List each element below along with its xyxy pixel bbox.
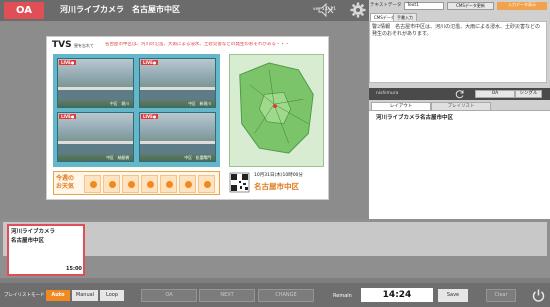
next-button[interactable]: NEXT <box>199 289 255 302</box>
sunny-icon <box>84 175 101 193</box>
live-badge: LIVE● <box>59 60 77 65</box>
camera-feed: LIVE● 中区 新堀川 <box>139 58 216 108</box>
text-data-label: テキストデータ <box>370 3 402 8</box>
manual-button[interactable]: Manual <box>72 290 98 301</box>
oa-control-button[interactable]: OA <box>141 289 197 302</box>
cms-update-button[interactable]: CMSデータ更新 <box>447 2 494 10</box>
speaker-mute-icon[interactable] <box>318 3 334 17</box>
tab-playlist[interactable]: プレイリスト <box>431 102 491 110</box>
refresh-icon[interactable] <box>455 89 465 99</box>
list-item[interactable]: 河川ライブカメラ名古屋市中区 <box>376 114 453 122</box>
tvs-logo: TVS <box>52 40 72 50</box>
weather-forecast: 今週の お天気 <box>53 171 220 195</box>
live-badge: LIVE● <box>141 114 159 119</box>
show-input-button[interactable]: 入力データ表示 <box>497 2 547 10</box>
qr-code-icon <box>229 171 250 195</box>
camera-feed: LIVE● 中区 堀川 <box>57 58 134 108</box>
gear-icon[interactable] <box>350 2 366 18</box>
clear-button[interactable]: Clear <box>486 289 516 302</box>
camera-grid: LIVE● 中区 堀川 LIVE● 中区 新堀川 LIVE● 中区 納屋橋 LI… <box>53 54 220 167</box>
card-title: 河川ライブカメラ <box>11 229 56 235</box>
datetime-label: 10月31日(木)10時00分 <box>254 173 303 178</box>
tab-manual-input[interactable]: 手書入力 <box>393 13 417 21</box>
preview-slide: TVS 昼を忘れて 名古屋市中区は、河川の氾濫、大雨による浸水、土砂災害などの発… <box>46 36 329 200</box>
camera-location: 中区 松重閘門 <box>184 155 211 160</box>
playlist-mode-label: プレイリストモード <box>4 293 45 298</box>
logo-subtitle: 昼を忘れて <box>74 43 94 48</box>
city-label: 名古屋市中区 <box>254 182 299 191</box>
camera-location: 中区 新堀川 <box>188 101 211 106</box>
power-icon[interactable] <box>531 288 546 303</box>
save-button[interactable]: Save <box>438 289 468 302</box>
change-button[interactable]: CHANGE <box>258 289 314 302</box>
area-map <box>229 54 324 167</box>
tab-layout[interactable]: レイアウト <box>371 102 431 110</box>
alert-ticker: 名古屋市中区は、河川の氾濫、大雨による浸水、土砂災害などの発生のおそれがある・・… <box>105 42 290 47</box>
live-badge: LIVE● <box>141 60 159 65</box>
sunny-icon <box>141 175 158 193</box>
layout-list <box>369 110 550 219</box>
sunny-icon <box>198 175 215 193</box>
weather-label: 今週の お天気 <box>56 175 75 190</box>
oa-status-badge: OA <box>4 2 44 19</box>
user-label: nishimura <box>376 91 399 96</box>
card-subtitle: 名古屋市中区 <box>11 238 45 244</box>
page-title: 河川ライブカメラ 名古屋市中区 <box>60 5 180 14</box>
loop-button[interactable]: Loop <box>100 290 124 301</box>
camera-location: 中区 納屋橋 <box>106 155 129 160</box>
remain-time-display: 14:24 <box>361 288 433 302</box>
card-time: 15:00 <box>66 266 82 272</box>
live-badge: LIVE● <box>59 114 77 119</box>
remain-label: Remain <box>333 293 352 299</box>
camera-location: 中区 堀川 <box>110 101 129 106</box>
oa-button[interactable]: OA <box>475 90 515 98</box>
auto-button[interactable]: Auto <box>46 290 70 301</box>
text-data-select[interactable]: Text1 <box>404 2 444 10</box>
sunny-icon <box>179 175 196 193</box>
camera-feed: LIVE● 中区 松重閘門 <box>139 112 216 162</box>
camera-feed: LIVE● 中区 納屋橋 <box>57 112 134 162</box>
text-content-area[interactable]: 警2情報 名古屋市中区は、河川の氾濫、大雨による浸水、土砂災害などの発生のおそれ… <box>369 21 547 83</box>
single-button[interactable]: シングル <box>515 90 542 98</box>
sunny-icon <box>122 175 139 193</box>
sunny-icon <box>160 175 177 193</box>
sunny-icon <box>103 175 120 193</box>
